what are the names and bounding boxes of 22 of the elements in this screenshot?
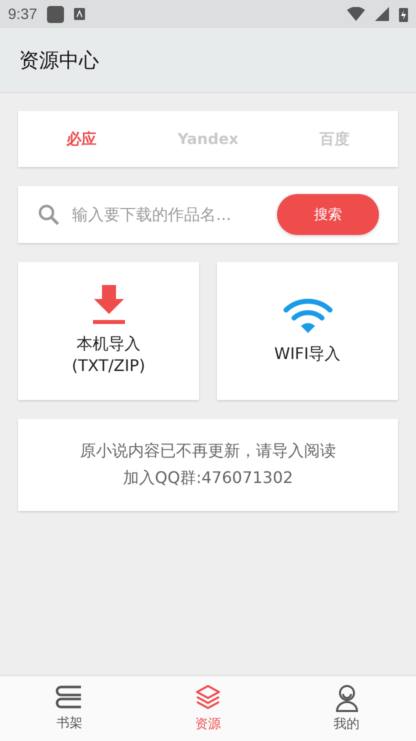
- download-icon: [92, 285, 126, 326]
- notice-text: 原小说内容已不再更新，请导入阅读: [80, 441, 336, 462]
- app-notification-icon: [47, 6, 64, 22]
- nav-item[interactable]: 资源: [138, 676, 278, 741]
- wifi-signal-icon: [347, 7, 365, 21]
- search-button[interactable]: 搜索: [277, 194, 379, 235]
- page-title: 资源中心: [19, 46, 99, 74]
- bookshelf-icon: [55, 685, 84, 711]
- layers-icon: [195, 684, 221, 712]
- nav-item[interactable]: 书架: [0, 676, 139, 741]
- wifi-icon: [282, 297, 334, 336]
- status-time: 9:37: [8, 6, 38, 22]
- import-option[interactable]: WIFI导入: [217, 262, 398, 400]
- notice-text: 加入QQ群:476071302: [122, 468, 294, 489]
- person-icon: [334, 684, 360, 712]
- keyboard-notification-icon: [74, 8, 86, 20]
- import-option[interactable]: 本机导入 (TXT/ZIP): [18, 262, 199, 400]
- cell-signal-icon: [375, 7, 389, 21]
- engine-tab[interactable]: 必应: [18, 111, 145, 167]
- search-icon: [38, 204, 60, 226]
- nav-item[interactable]: 我的: [277, 676, 416, 741]
- battery-icon: [399, 6, 408, 22]
